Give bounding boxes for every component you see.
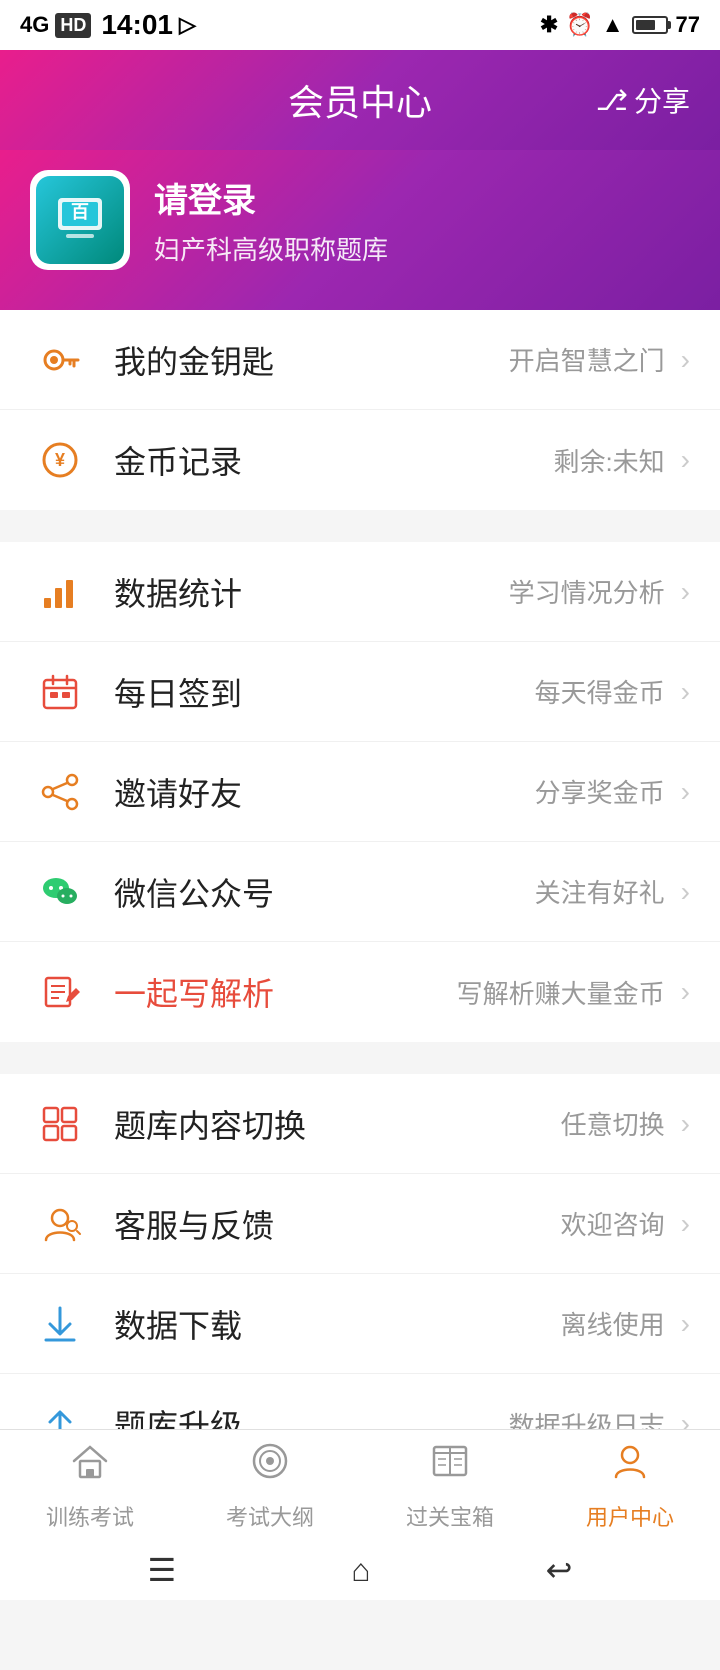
nav-item-user[interactable]: 用户中心 <box>540 1430 720 1540</box>
invite-friends-desc: 分享奖金币 <box>535 773 665 810</box>
status-right: ✱ ⏰ ▲ 77 <box>540 12 700 38</box>
chart-icon <box>30 562 90 622</box>
coin-record-desc: 剩余:未知 <box>553 442 664 479</box>
menu-item-data-stats[interactable]: 数据统计 学习情况分析 › <box>0 542 720 642</box>
chevron-icon: › <box>681 976 690 1008</box>
golden-key-label: 我的金钥匙 <box>114 337 509 383</box>
wechat-label: 微信公众号 <box>114 869 535 915</box>
svg-text:百: 百 <box>71 202 89 222</box>
menu-section-1: 我的金钥匙 开启智慧之门 › ¥ 金币记录 剩余:未知 › <box>0 310 720 510</box>
profile-info: 请登录 妇产科高级职称题库 <box>154 173 388 267</box>
status-bar: 4G HD 14:01 ▷ ✱ ⏰ ▲ 77 <box>0 0 720 50</box>
menu-item-coin-record[interactable]: ¥ 金币记录 剩余:未知 › <box>0 410 720 510</box>
write-analysis-label: 一起写解析 <box>114 969 457 1015</box>
nav-item-train[interactable]: 训练考试 <box>0 1430 180 1540</box>
customer-service-label: 客服与反馈 <box>114 1201 561 1247</box>
write-analysis-desc: 写解析赚大量金币 <box>457 974 665 1011</box>
avatar-image: 百 <box>36 176 124 264</box>
time-display: 14:01 <box>101 9 173 41</box>
bottom-nav: 训练考试 考试大纲 <box>0 1429 720 1600</box>
share-icon: ⎇ <box>596 84 628 117</box>
coin-icon: ¥ <box>30 430 90 490</box>
chevron-icon: › <box>681 676 690 708</box>
menu-item-invite-friends[interactable]: 邀请好友 分享奖金币 › <box>0 742 720 842</box>
share-button[interactable]: ⎇ 分享 <box>596 80 690 120</box>
customer-service-desc: 欢迎咨询 <box>561 1205 665 1242</box>
menu-item-customer-service[interactable]: 客服与反馈 欢迎咨询 › <box>0 1174 720 1274</box>
menu-item-data-download[interactable]: 数据下载 离线使用 › <box>0 1274 720 1374</box>
system-bar: ☰ ⌂ ↩ <box>0 1540 720 1600</box>
data-stats-label: 数据统计 <box>114 569 509 615</box>
chevron-icon: › <box>681 1308 690 1340</box>
wechat-desc: 关注有好礼 <box>535 873 665 910</box>
user-icon <box>608 1439 652 1494</box>
menu-item-switch-content[interactable]: 题库内容切换 任意切换 › <box>0 1074 720 1174</box>
daily-signin-label: 每日签到 <box>114 669 535 715</box>
calendar-icon <box>30 662 90 722</box>
share-friends-icon <box>30 762 90 822</box>
alarm-icon: ⏰ <box>566 12 593 38</box>
data-download-label: 数据下载 <box>114 1301 561 1347</box>
switch-content-label: 题库内容切换 <box>114 1101 561 1147</box>
chevron-icon: › <box>681 1108 690 1140</box>
hd-badge: HD <box>55 13 91 38</box>
chevron-icon: › <box>681 344 690 376</box>
switch-icon <box>30 1094 90 1154</box>
golden-key-desc: 开启智慧之门 <box>509 341 665 378</box>
home-button[interactable]: ⌂ <box>351 1552 370 1589</box>
write-icon <box>30 962 90 1022</box>
target-icon <box>248 1439 292 1494</box>
invite-friends-label: 邀请好友 <box>114 769 535 815</box>
switch-content-desc: 任意切换 <box>561 1105 665 1142</box>
menu-item-golden-key[interactable]: 我的金钥匙 开启智慧之门 › <box>0 310 720 410</box>
profile-subtitle: 妇产科高级职称题库 <box>154 230 388 267</box>
separator-2 <box>0 1058 720 1074</box>
chevron-icon: › <box>681 444 690 476</box>
menu-section-3: 题库内容切换 任意切换 › 客服与反馈 欢迎咨询 › 数据下载 离线使用 › <box>0 1074 720 1474</box>
battery-percent: 77 <box>676 12 700 38</box>
data-download-desc: 离线使用 <box>561 1305 665 1342</box>
home-icon <box>68 1439 112 1494</box>
nav-item-outline[interactable]: 考试大纲 <box>180 1430 360 1540</box>
menu-button[interactable]: ☰ <box>148 1551 177 1589</box>
wifi-icon: ▲ <box>602 12 624 38</box>
nav-item-treasure[interactable]: 过关宝箱 <box>360 1430 540 1540</box>
chevron-icon: › <box>681 776 690 808</box>
chevron-icon: › <box>681 1208 690 1240</box>
bluetooth-icon: ✱ <box>540 12 558 38</box>
status-left: 4G HD 14:01 ▷ <box>20 9 196 41</box>
menu-item-write-analysis[interactable]: 一起写解析 写解析赚大量金币 › <box>0 942 720 1042</box>
chevron-icon: › <box>681 876 690 908</box>
share-label: 分享 <box>634 80 690 120</box>
chevron-icon: › <box>681 576 690 608</box>
nav-train-label: 训练考试 <box>46 1500 134 1532</box>
wechat-icon <box>30 862 90 922</box>
data-stats-desc: 学习情况分析 <box>509 573 665 610</box>
header: 会员中心 ⎇ 分享 <box>0 50 720 150</box>
battery-indicator <box>632 16 668 34</box>
play-icon: ▷ <box>179 12 196 38</box>
nav-treasure-label: 过关宝箱 <box>406 1500 494 1532</box>
menu-item-wechat[interactable]: 微信公众号 关注有好礼 › <box>0 842 720 942</box>
menu-section-2: 数据统计 学习情况分析 › 每日签到 每天得金币 › <box>0 542 720 1042</box>
coin-record-label: 金币记录 <box>114 437 553 483</box>
header-title: 会员中心 <box>288 74 432 126</box>
download-icon <box>30 1294 90 1354</box>
book-icon <box>428 1439 472 1494</box>
separator-1 <box>0 526 720 542</box>
nav-user-label: 用户中心 <box>586 1500 674 1532</box>
avatar: 百 <box>30 170 130 270</box>
nav-outline-label: 考试大纲 <box>226 1500 314 1532</box>
signal-icon: 4G <box>20 12 49 38</box>
daily-signin-desc: 每天得金币 <box>535 673 665 710</box>
key-icon <box>30 330 90 390</box>
profile-login-text: 请登录 <box>154 173 388 222</box>
nav-items: 训练考试 考试大纲 <box>0 1430 720 1540</box>
menu-item-daily-signin[interactable]: 每日签到 每天得金币 › <box>0 642 720 742</box>
profile-section[interactable]: 百 请登录 妇产科高级职称题库 <box>0 150 720 310</box>
service-icon <box>30 1194 90 1254</box>
svg-text:¥: ¥ <box>55 450 65 470</box>
back-button[interactable]: ↩ <box>546 1551 573 1589</box>
